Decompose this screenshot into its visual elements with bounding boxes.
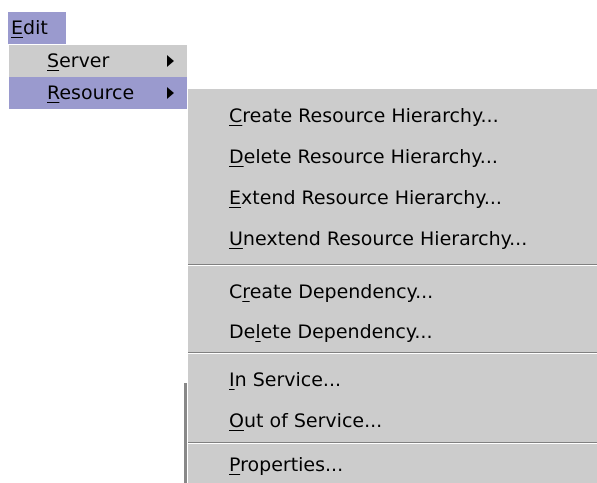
menu-item-delete-resource-hierarchy[interactable]: Delete Resource Hierarchy... xyxy=(188,139,597,175)
resource-label-rest: esource xyxy=(59,82,135,104)
menu-item-properties[interactable]: Properties... xyxy=(188,447,597,483)
submenu-arrow-icon xyxy=(167,55,174,67)
edit-mnemonic: E xyxy=(11,17,24,39)
menu-separator xyxy=(188,352,597,354)
menu-item-unextend-resource-hierarchy[interactable]: Unextend Resource Hierarchy... xyxy=(188,221,597,257)
resource-mnemonic: R xyxy=(47,82,60,104)
menu-item-in-service[interactable]: In Service... xyxy=(188,362,597,398)
server-mnemonic: S xyxy=(47,50,60,72)
menu-item-server[interactable]: Server xyxy=(9,45,187,77)
menu-item-resource[interactable]: Resource xyxy=(9,77,187,109)
menu-separator xyxy=(188,442,597,444)
menu-item-extend-resource-hierarchy[interactable]: Extend Resource Hierarchy... xyxy=(188,180,597,216)
server-label-rest: erver xyxy=(59,50,110,72)
menubar-edit[interactable]: Edit xyxy=(8,12,66,44)
edit-label-rest: dit xyxy=(23,17,48,39)
resource-submenu: Create Resource Hierarchy... Delete Reso… xyxy=(187,88,597,483)
menu-item-create-dependency[interactable]: Create Dependency... xyxy=(188,274,597,310)
edit-menu: Server Resource xyxy=(8,44,187,109)
menu-item-create-resource-hierarchy[interactable]: Create Resource Hierarchy... xyxy=(188,98,597,134)
submenu-arrow-icon xyxy=(167,87,174,99)
menu-separator xyxy=(188,264,597,266)
menu-item-out-of-service[interactable]: Out of Service... xyxy=(188,403,597,439)
menu-item-delete-dependency[interactable]: Delete Dependency... xyxy=(188,314,597,350)
